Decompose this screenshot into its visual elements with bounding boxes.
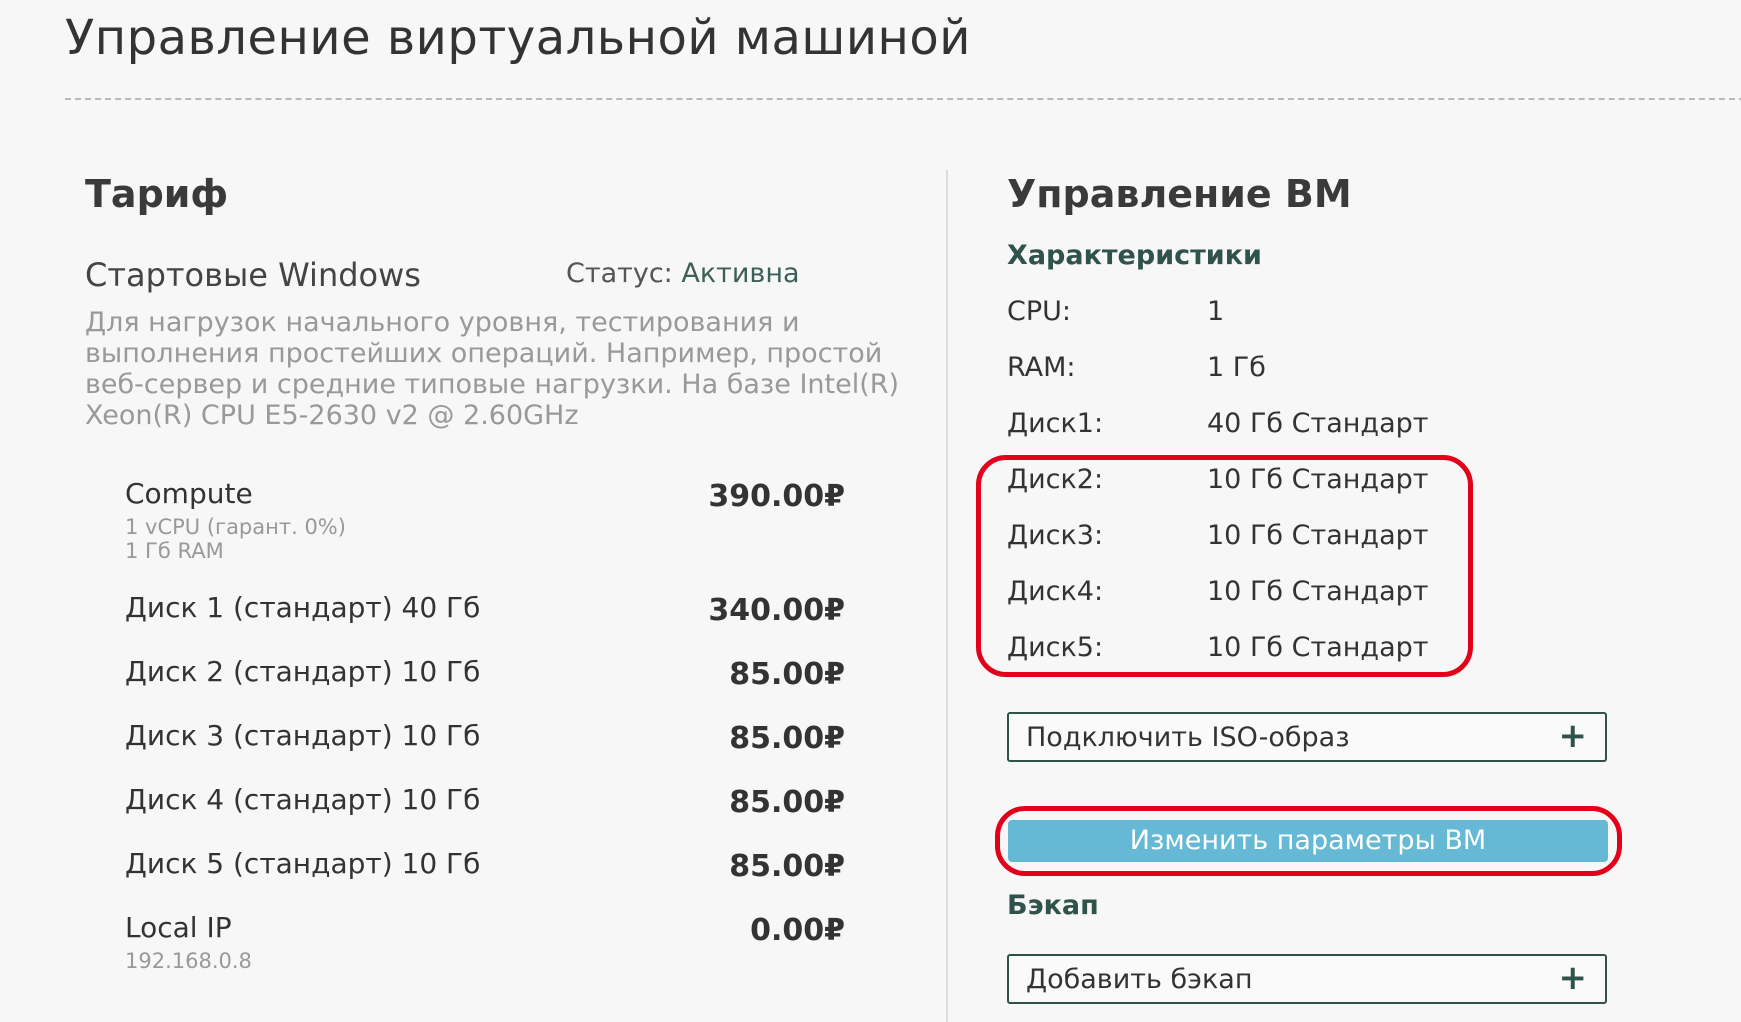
column-divider [946, 170, 948, 1022]
price-row-disk5: Диск 5 (стандарт) 10 Гб 85.00₽ [125, 847, 845, 887]
spec-label: CPU: [1007, 296, 1071, 327]
tariff-heading: Тариф [85, 172, 229, 216]
attach-iso-button[interactable]: Подключить ISO-образ + [1007, 712, 1607, 762]
price-row-disk2: Диск 2 (стандарт) 10 Гб 85.00₽ [125, 655, 845, 695]
change-vm-params-button[interactable]: Изменить параметры ВМ [1008, 820, 1608, 862]
price-value: 340.00₽ [708, 593, 845, 628]
status-label: Статус: [566, 258, 673, 289]
add-backup-label: Добавить бэкап [1026, 964, 1253, 995]
plus-icon: + [1558, 958, 1588, 998]
local-ip-address: 192.168.0.8 [125, 949, 252, 973]
price-label: Диск 2 (стандарт) 10 Гб [125, 655, 481, 688]
price-sub-vcpu: 1 vCPU (гарант. 0%) [125, 515, 346, 539]
status-badge: Активна [681, 258, 800, 289]
price-row-local-ip: Local IP 0.00₽ 192.168.0.8 [125, 911, 845, 973]
price-label: Диск 3 (стандарт) 10 Гб [125, 719, 481, 752]
price-row-disk4: Диск 4 (стандарт) 10 Гб 85.00₽ [125, 783, 845, 823]
spec-value: 1 [1207, 296, 1225, 327]
price-label: Local IP [125, 911, 232, 944]
spec-label: Диск1: [1007, 408, 1104, 439]
price-value: 85.00₽ [729, 657, 845, 692]
price-value: 0.00₽ [750, 913, 845, 948]
backup-heading: Бэкап [1007, 890, 1099, 921]
spec-value: 1 Гб [1207, 352, 1266, 383]
price-value: 85.00₽ [729, 785, 845, 820]
price-label: Диск 1 (стандарт) 40 Гб [125, 591, 481, 624]
disks-highlight-box [976, 455, 1473, 677]
spec-value: 40 Гб Стандарт [1207, 408, 1429, 439]
price-label: Диск 5 (стандарт) 10 Гб [125, 847, 481, 880]
plan-status: Статус: Активна [566, 258, 800, 289]
price-value: 85.00₽ [729, 721, 845, 756]
price-row-disk3: Диск 3 (стандарт) 10 Гб 85.00₽ [125, 719, 845, 759]
attach-iso-label: Подключить ISO-образ [1026, 722, 1350, 753]
page-title: Управление виртуальной машиной [65, 10, 971, 66]
price-sub-ram: 1 Гб RAM [125, 539, 224, 563]
spec-label: RAM: [1007, 352, 1076, 383]
price-value: 390.00₽ [708, 479, 845, 514]
title-divider [65, 98, 1741, 100]
vm-management-page: Управление виртуальной машиной Тариф Ста… [0, 0, 1741, 1022]
price-row-disk1: Диск 1 (стандарт) 40 Гб 340.00₽ [125, 591, 845, 631]
price-value: 85.00₽ [729, 849, 845, 884]
plan-name: Стартовые Windows [85, 256, 421, 294]
specs-heading: Характеристики [1007, 240, 1262, 271]
add-backup-button[interactable]: Добавить бэкап + [1007, 954, 1607, 1004]
plan-description: Для нагрузок начального уровня, тестиров… [85, 307, 900, 431]
vm-management-heading: Управление ВМ [1007, 172, 1352, 216]
price-label: Compute [125, 477, 253, 510]
plus-icon: + [1558, 716, 1588, 756]
price-row-compute: Compute 390.00₽ 1 vCPU (гарант. 0%) 1 Гб… [125, 477, 845, 563]
price-label: Диск 4 (стандарт) 10 Гб [125, 783, 481, 816]
